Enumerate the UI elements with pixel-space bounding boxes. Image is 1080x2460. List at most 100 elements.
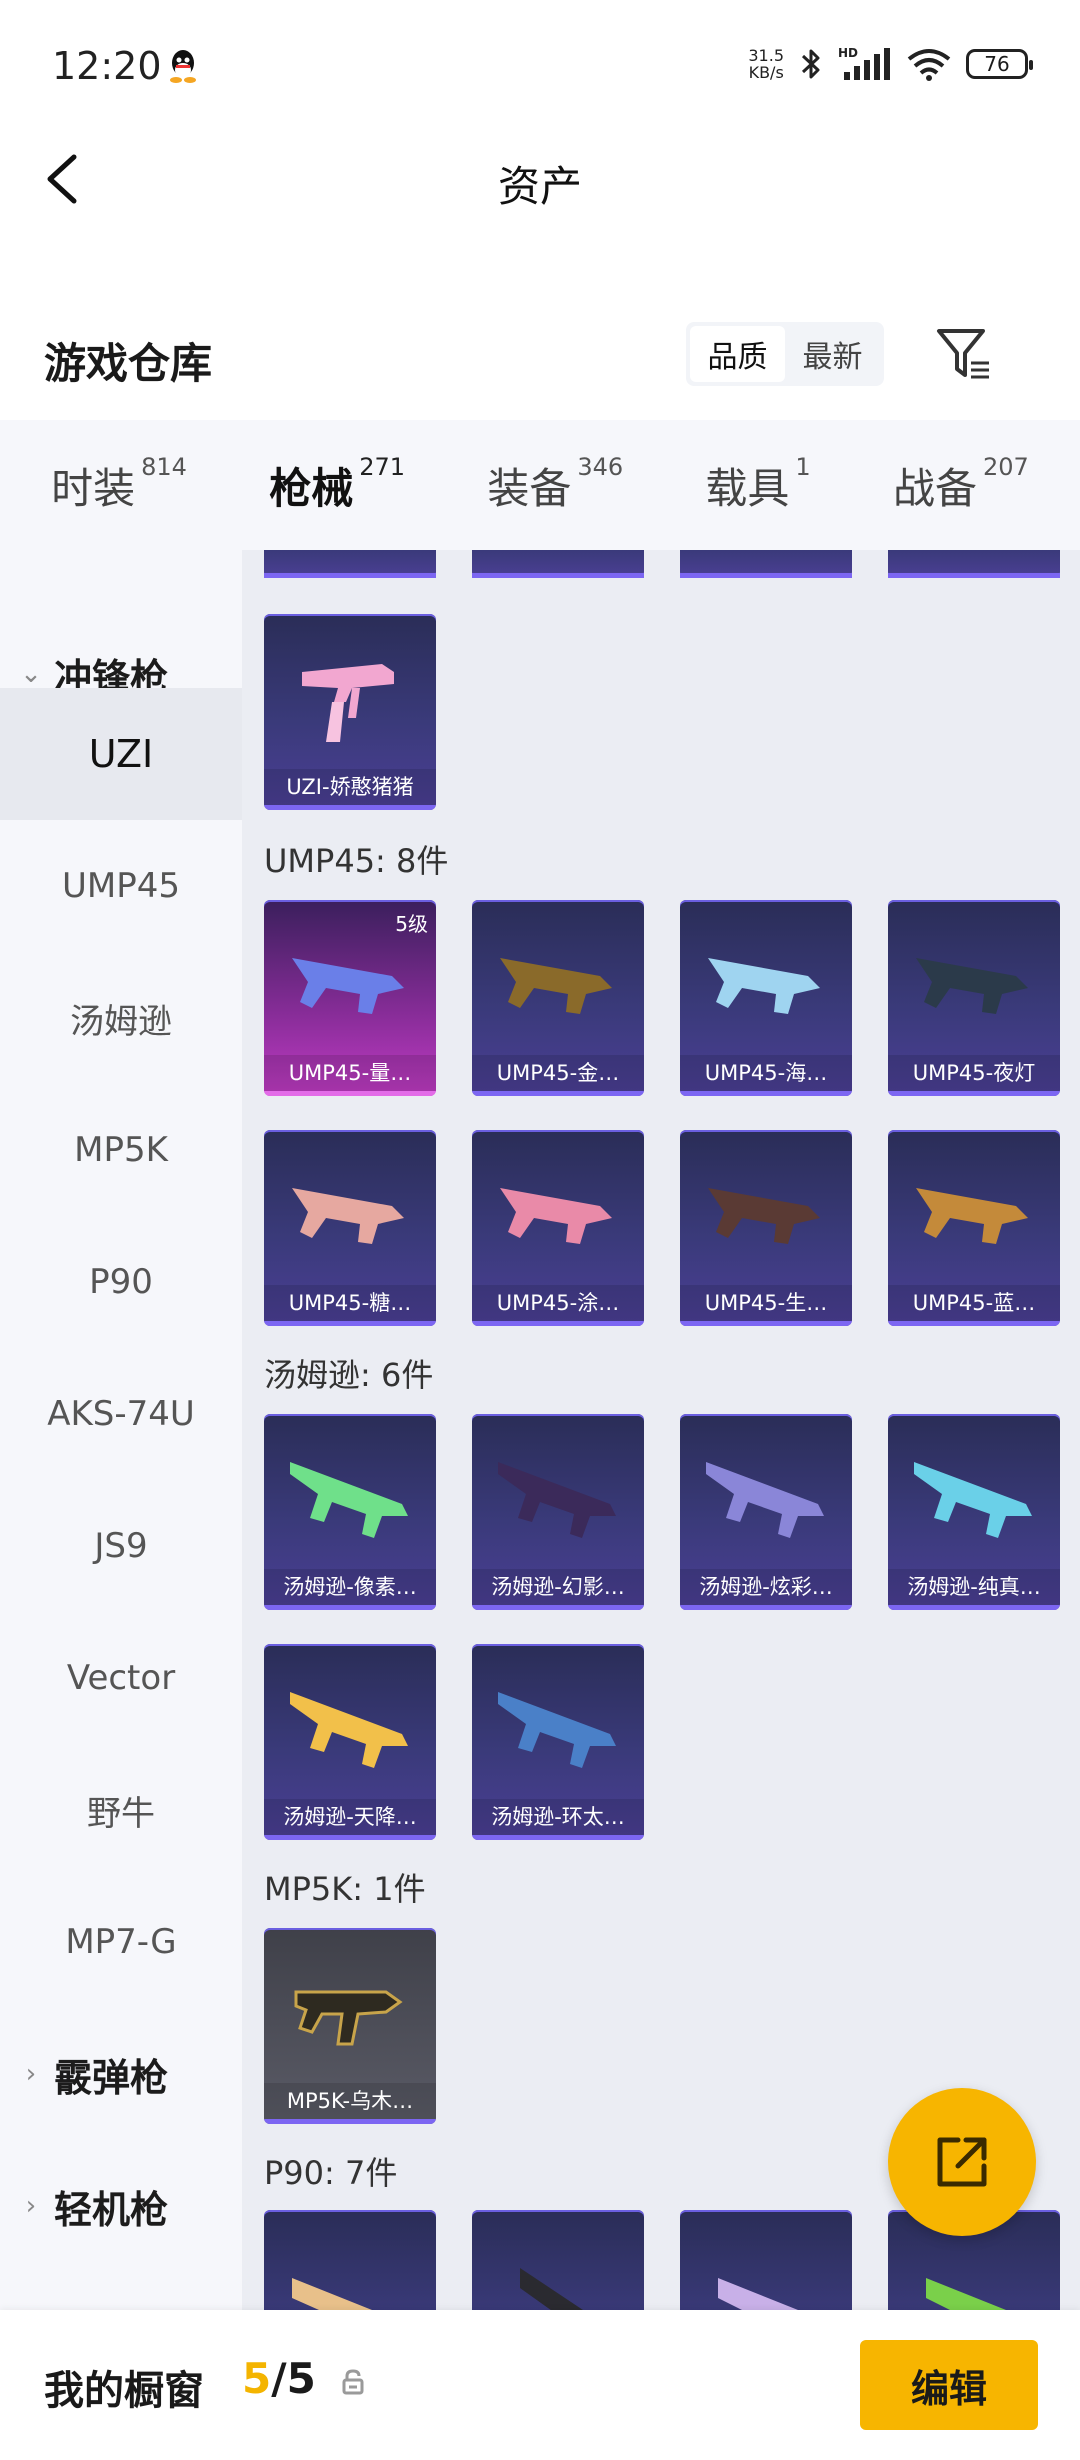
svg-text:HD: HD [838, 46, 858, 60]
external-share-icon [937, 2137, 987, 2187]
weapon-card[interactable]: 5级 UMP45-量… [264, 900, 436, 1096]
showcase-count: 5/5 [242, 2354, 316, 2403]
weapon-card-name: 汤姆逊-纯真… [888, 1569, 1060, 1605]
filter-icon[interactable] [935, 325, 991, 383]
sidebar-group-label: 轻机枪 [54, 2187, 169, 2232]
tab-supplies[interactable]: 战备 207 [893, 452, 1029, 516]
status-right: 31.5 KB/s HD 76 [748, 46, 1033, 82]
sidebar-item-aks74u[interactable]: AKS-74U [0, 1348, 242, 1480]
sidebar-item-js9[interactable]: JS9 [0, 1480, 242, 1612]
gun-image-icon [302, 664, 394, 742]
tab-label: 时装 [51, 463, 136, 513]
tab-label: 枪械 [269, 463, 354, 513]
tab-vehicles[interactable]: 载具 1 [705, 452, 811, 516]
battery-level: 76 [984, 52, 1010, 76]
weapon-card-name: 汤姆逊-幻影… [472, 1569, 644, 1605]
weapon-card[interactable]: UMP45-金… [472, 900, 644, 1096]
gun-image-icon [500, 1188, 612, 1244]
tab-weapons[interactable]: 枪械 271 [269, 452, 406, 566]
gun-image-icon [916, 1188, 1028, 1244]
app-screen: 12:20 31.5 KB/s HD 76 资产 游戏仓库 品质 最新 时装 8… [0, 0, 1080, 2460]
category-tabs: 时装 814 枪械 271 装备 346 载具 1 战备 207 [0, 420, 1080, 566]
sidebar-item-thompson[interactable]: 汤姆逊 [0, 952, 242, 1084]
weapon-card[interactable]: UMP45-夜灯 [888, 900, 1060, 1096]
tab-count: 207 [982, 452, 1029, 481]
tab-count: 271 [359, 452, 406, 481]
weapon-card-name: UMP45-生… [680, 1285, 852, 1321]
chevron-right-icon: › [25, 2059, 37, 2089]
sidebar-item-uzi[interactable]: UZI [0, 688, 242, 820]
sidebar-item-p90[interactable]: P90 [0, 1216, 242, 1348]
sidebar-item-mp5k[interactable]: MP5K [0, 1084, 242, 1216]
weapon-card[interactable] [472, 2210, 644, 2310]
tab-outfits[interactable]: 时装 814 [51, 452, 187, 516]
sort-newest-button[interactable]: 最新 [785, 326, 880, 382]
weapon-card-name: UMP45-金… [472, 1055, 644, 1091]
weapon-card-name: 汤姆逊-炫彩… [680, 1569, 852, 1605]
sort-quality-button[interactable]: 品质 [690, 326, 785, 382]
gun-image-icon [292, 2278, 372, 2310]
bluetooth-icon [801, 49, 820, 79]
weapon-card[interactable]: 汤姆逊-天降… [264, 1644, 436, 1840]
weapon-card[interactable]: UMP45-糖… [264, 1130, 436, 1326]
section-title-thompson: 汤姆逊: 6件 [264, 1356, 434, 1394]
sort-toggle: 品质 最新 [686, 322, 884, 386]
weapon-card[interactable]: MP5K-乌木… [264, 1928, 436, 2124]
hd-signal-icon: HD [838, 46, 890, 80]
weapon-category-sidebar: ⌄ 冲锋枪 UZI UMP45 汤姆逊 MP5K P90 AKS-74U JS9… [0, 550, 242, 2310]
gun-image-icon [500, 958, 612, 1014]
sidebar-group-label: 霰弹枪 [54, 2055, 169, 2100]
weapon-card-name: MP5K-乌木… [264, 2083, 436, 2119]
weapon-card[interactable] [264, 2210, 436, 2310]
weapon-card[interactable]: UMP45-海… [680, 900, 852, 1096]
page-title: 资产 [497, 162, 582, 211]
gun-image-icon [290, 1692, 408, 1768]
gun-image-icon [498, 1692, 616, 1768]
showcase-current: 5 [242, 2354, 272, 2403]
wifi-icon [907, 49, 951, 81]
weapon-card[interactable]: 汤姆逊-纯真… [888, 1414, 1060, 1610]
weapon-card[interactable]: UMP45-生… [680, 1130, 852, 1326]
tab-label: 装备 [487, 463, 572, 513]
weapon-card[interactable]: UMP45-蓝… [888, 1130, 1060, 1326]
tab-count: 1 [795, 452, 811, 481]
weapon-card-name: 汤姆逊-像素… [264, 1569, 436, 1605]
sidebar-item-mp7g[interactable]: MP7-G [0, 1876, 242, 2008]
chevron-right-icon: › [25, 2191, 37, 2221]
gun-image-icon [708, 958, 820, 1014]
weapon-card[interactable]: 汤姆逊-环太… [472, 1644, 644, 1840]
edit-button[interactable]: 编辑 [860, 2340, 1038, 2430]
sidebar-group-lmg[interactable]: › 轻机枪 [0, 2156, 242, 2256]
sidebar-item-ump45[interactable]: UMP45 [0, 820, 242, 952]
weapon-card-name: 汤姆逊-环太… [472, 1799, 644, 1835]
sidebar-item-bison[interactable]: 野牛 [0, 1744, 242, 1876]
sidebar-group-shotgun[interactable]: › 霰弹枪 [0, 2024, 242, 2124]
sidebar-item-vector[interactable]: Vector [0, 1612, 242, 1744]
tab-equipment[interactable]: 装备 346 [487, 452, 624, 516]
weapon-card-name: UMP45-糖… [264, 1285, 436, 1321]
weapon-card[interactable]: 汤姆逊-幻影… [472, 1414, 644, 1610]
gun-image-icon [914, 1462, 1032, 1538]
weapon-grid: UZI-娇憨猪猪 UMP45: 8件 5级 UMP45-量… UMP45-金… … [242, 550, 1080, 2310]
weapon-card[interactable]: UZI-娇憨猪猪 [264, 614, 436, 810]
card-partial [680, 550, 852, 578]
weapon-card[interactable]: UMP45-涂… [472, 1130, 644, 1326]
share-fab-button[interactable] [888, 2088, 1036, 2236]
gun-image-icon [708, 1188, 820, 1244]
qq-icon [170, 50, 196, 83]
card-partial [472, 550, 644, 578]
net-speed-value: 31.5 [748, 46, 784, 65]
weapon-card[interactable] [680, 2210, 852, 2310]
tab-count: 346 [577, 452, 624, 481]
weapon-card[interactable]: 汤姆逊-像素… [264, 1414, 436, 1610]
gun-image-icon [718, 2278, 798, 2310]
showcase-bar: 我的橱窗 5/5 编辑 [0, 2310, 1080, 2460]
status-bar: 12:20 31.5 KB/s HD 76 [0, 0, 1080, 135]
showcase-label: 我的橱窗 [44, 2368, 204, 2414]
showcase-separator: / [271, 2354, 287, 2403]
weapon-card[interactable]: 汤姆逊-炫彩… [680, 1414, 852, 1610]
gun-image-icon [926, 2278, 1006, 2310]
gun-image-icon [520, 2268, 583, 2310]
tab-count: 814 [141, 452, 187, 481]
weapon-card-name: UMP45-夜灯 [888, 1055, 1060, 1091]
